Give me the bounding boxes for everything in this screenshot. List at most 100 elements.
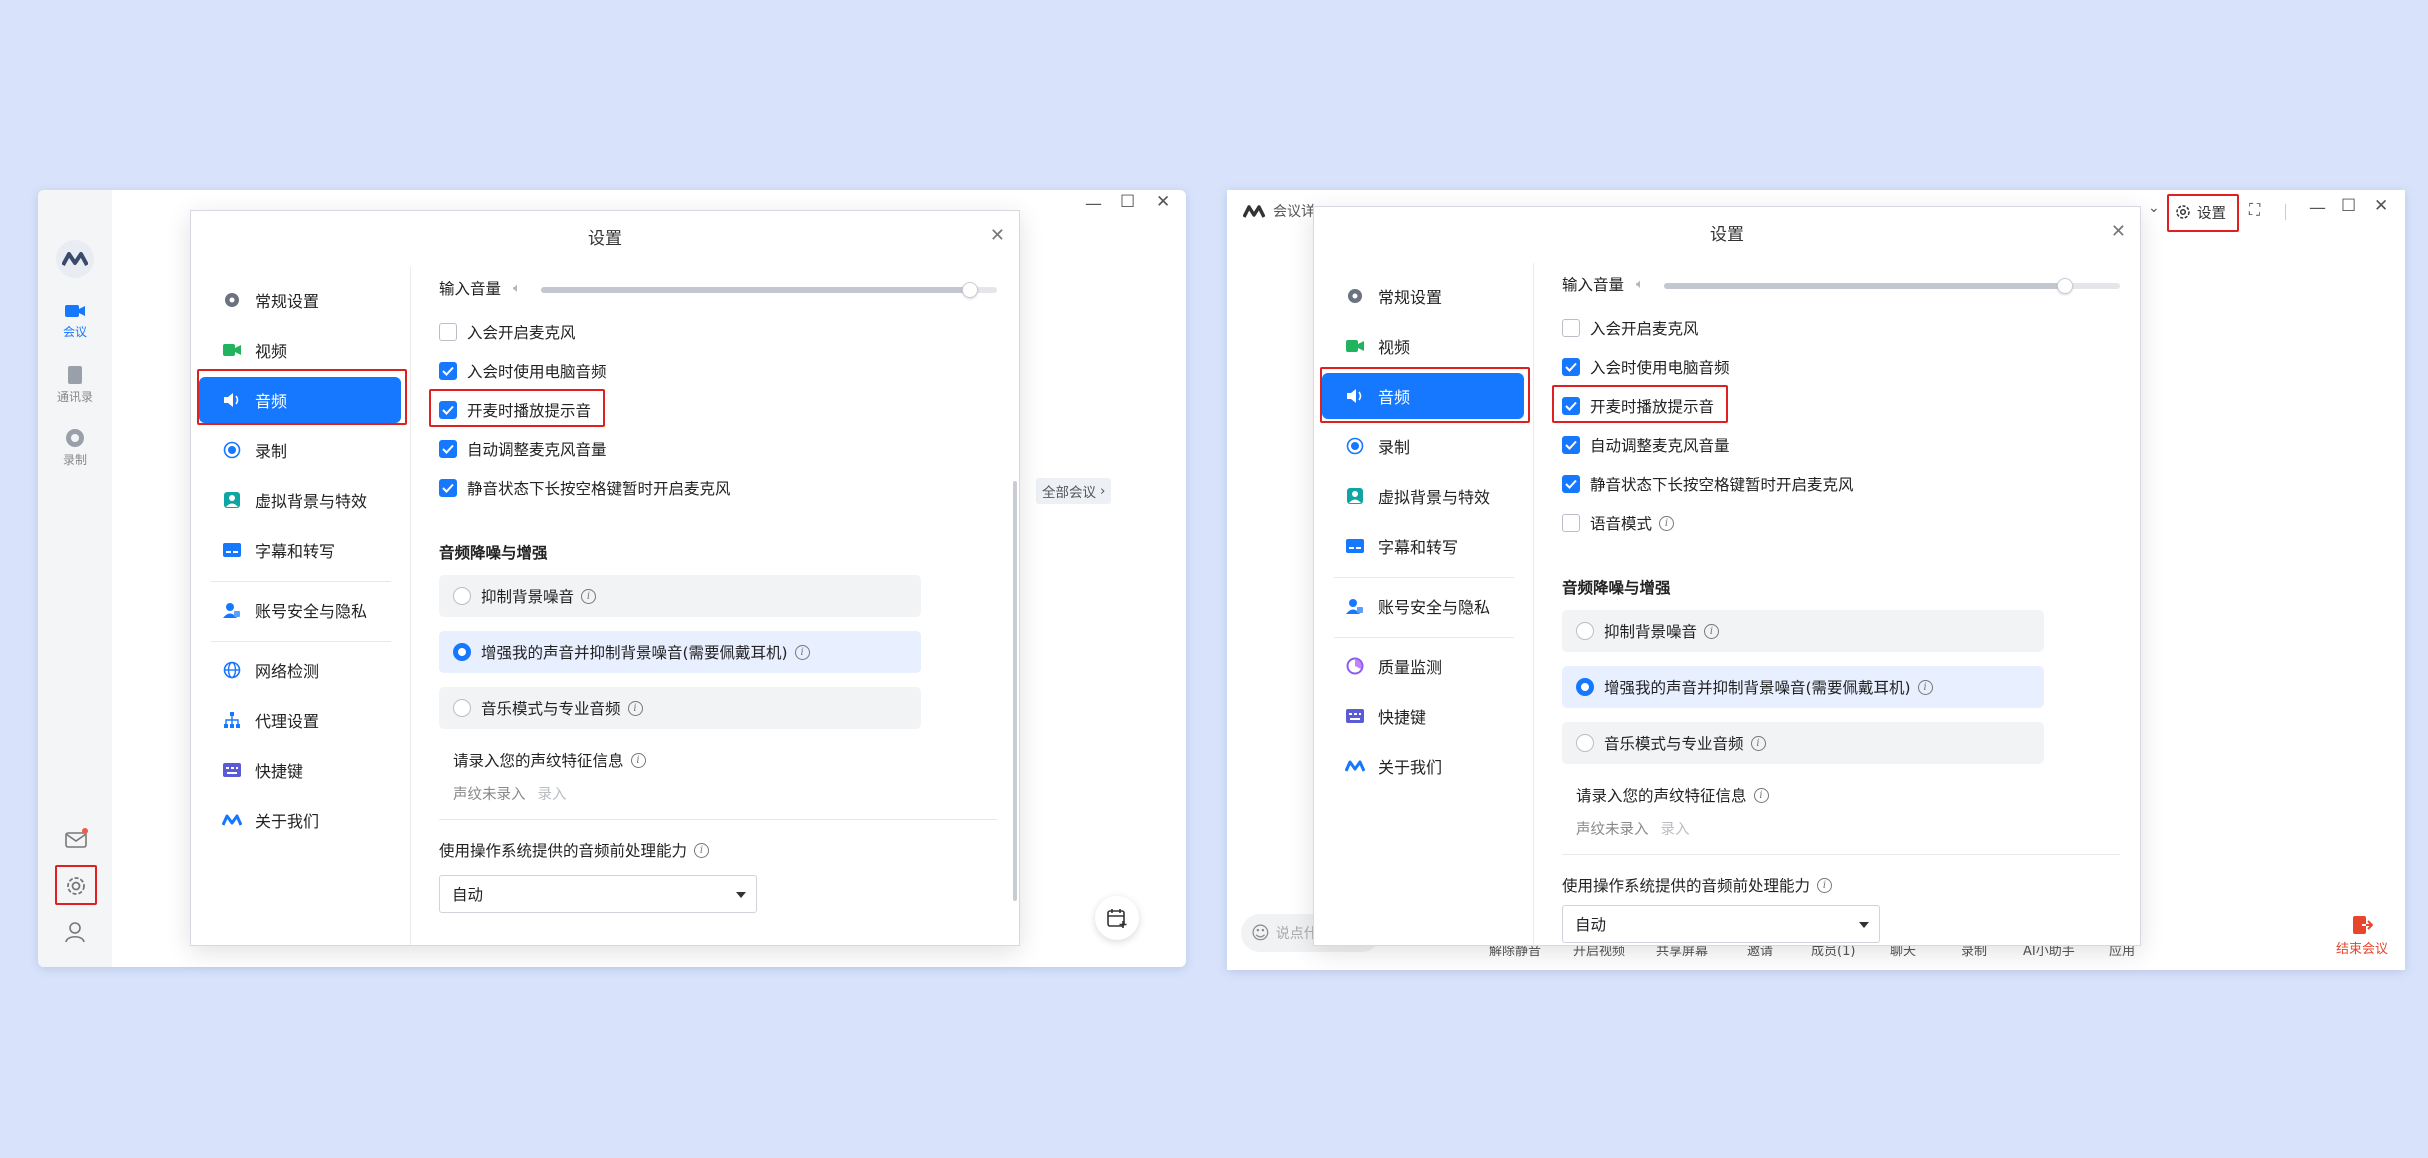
nav-general[interactable]: 常规设置	[1320, 273, 1528, 319]
radio[interactable]	[1576, 734, 1594, 752]
end-meeting-button[interactable]: 结束会议	[2327, 914, 2397, 957]
maximize-button[interactable]: ☐	[2341, 196, 2356, 216]
info-icon[interactable]: i	[794, 644, 810, 660]
info-icon[interactable]: i	[1817, 877, 1833, 893]
checkbox-label: 自动调整麦克风音量	[1590, 437, 1730, 455]
noise-option-selected[interactable]: 增强我的声音并抑制背景噪音(需要佩戴耳机) i	[439, 631, 921, 673]
input-volume-slider[interactable]	[541, 282, 997, 298]
mail-icon[interactable]	[64, 828, 88, 850]
nav-about[interactable]: 关于我们	[1320, 743, 1528, 789]
info-icon[interactable]: i	[627, 700, 643, 716]
os-processing-select[interactable]: 自动	[1562, 905, 1880, 943]
checkbox-row[interactable]: 自动调整麦克风音量	[439, 438, 607, 460]
portrait-icon	[1344, 485, 1366, 507]
noise-option-selected[interactable]: 增强我的声音并抑制背景噪音(需要佩戴耳机) i	[1562, 666, 2044, 708]
close-window-button[interactable]: ✕	[1156, 192, 1170, 212]
nav-quality-monitor[interactable]: 质量监测	[1320, 643, 1528, 689]
sidebar-item-meeting[interactable]: 会议	[45, 302, 105, 340]
schedule-meeting-button[interactable]	[1095, 896, 1139, 940]
nav-network-test[interactable]: 网络检测	[197, 647, 405, 693]
highlight-audio-nav	[1320, 367, 1530, 423]
os-processing-select[interactable]: 自动	[439, 875, 757, 913]
checkbox-row[interactable]: 入会时使用电脑音频	[439, 360, 607, 382]
sidebar-item-contacts[interactable]: 通讯录	[45, 365, 105, 405]
nav-account-security[interactable]: 账号安全与隐私	[197, 587, 405, 633]
checkbox-row[interactable]: 入会时使用电脑音频	[1562, 356, 1730, 378]
voiceprint-label: 请录入您的声纹特征信息	[1576, 787, 1747, 805]
minimize-button[interactable]: —	[1085, 194, 1102, 214]
radio[interactable]	[453, 587, 471, 605]
radio[interactable]	[453, 699, 471, 717]
noise-option[interactable]: 音乐模式与专业音频 i	[439, 687, 921, 729]
input-volume-label: 输入音量	[1562, 276, 1625, 294]
nav-account-security[interactable]: 账号安全与隐私	[1320, 583, 1528, 629]
info-icon[interactable]: i	[694, 842, 710, 858]
dialog-close-button[interactable]: ✕	[990, 225, 1005, 246]
noise-option[interactable]: 抑制背景噪音 i	[1562, 610, 2044, 652]
info-icon[interactable]: i	[1704, 623, 1720, 639]
nav-recording[interactable]: 录制	[1320, 423, 1528, 469]
noise-option[interactable]: 抑制背景噪音 i	[439, 575, 921, 617]
checkbox-label: 自动调整麦克风音量	[467, 441, 607, 459]
nav-captions[interactable]: 字幕和转写	[1320, 523, 1528, 569]
sidebar-item-record[interactable]: 录制	[45, 428, 105, 468]
checkbox-row[interactable]: 语音模式 i	[1562, 512, 1675, 534]
voiceprint-enroll-link[interactable]: 录入	[1661, 818, 1690, 839]
checkbox-row[interactable]: 入会开启麦克风	[1562, 317, 1699, 339]
minimize-button[interactable]: —	[2309, 198, 2326, 218]
nav-recording[interactable]: 录制	[197, 427, 405, 473]
nav-captions[interactable]: 字幕和转写	[197, 527, 405, 573]
checkbox[interactable]	[439, 362, 457, 380]
slider-knob[interactable]	[2057, 278, 2074, 294]
nav-shortcuts[interactable]: 快捷键	[1320, 693, 1528, 739]
nav-general[interactable]: 常规设置	[197, 277, 405, 323]
info-icon[interactable]: i	[630, 752, 646, 768]
info-icon[interactable]: i	[1917, 679, 1933, 695]
radio[interactable]	[453, 643, 471, 661]
all-meetings-link[interactable]: 全部会议 ›	[1036, 478, 1112, 504]
info-icon[interactable]: i	[1659, 515, 1675, 531]
input-volume-slider[interactable]	[1664, 278, 2120, 294]
gear-icon	[221, 289, 243, 311]
checkbox[interactable]	[1562, 358, 1580, 376]
checkbox[interactable]	[1562, 436, 1580, 454]
dialog-close-button[interactable]: ✕	[2111, 221, 2126, 242]
checkbox[interactable]	[439, 323, 457, 341]
fullscreen-icon[interactable]: ⛶	[2249, 200, 2260, 220]
maximize-button[interactable]: ☐	[1120, 192, 1135, 212]
checkbox-row[interactable]: 入会开启麦克风	[439, 321, 576, 343]
checkbox[interactable]	[439, 479, 457, 497]
left-app-sidebar: 会议 通讯录 录制	[38, 190, 112, 967]
scrollbar[interactable]	[1013, 481, 1017, 901]
info-icon[interactable]: i	[1753, 787, 1769, 803]
info-icon[interactable]: i	[581, 588, 597, 604]
nav-video[interactable]: 视频	[1320, 323, 1528, 369]
checkbox[interactable]	[439, 440, 457, 458]
info-icon[interactable]: i	[1750, 735, 1766, 751]
meeting-title[interactable]: 会议详	[1273, 201, 1315, 221]
nav-proxy[interactable]: 代理设置	[197, 697, 405, 743]
checkbox[interactable]	[1562, 514, 1580, 532]
checkbox-row[interactable]: 自动调整麦克风音量	[1562, 434, 1730, 456]
close-window-button[interactable]: ✕	[2374, 196, 2388, 216]
voiceprint-enroll-link[interactable]: 录入	[538, 783, 567, 804]
nav-shortcuts[interactable]: 快捷键	[197, 747, 405, 793]
checkbox-row[interactable]: 静音状态下长按空格键暂时开启麦克风	[1562, 473, 1854, 495]
nav-virtual-background[interactable]: 虚拟背景与特效	[197, 477, 405, 523]
emoji-icon[interactable]: ☺	[1251, 923, 1270, 944]
checkbox-row[interactable]: 静音状态下长按空格键暂时开启麦克风	[439, 477, 731, 499]
nav-video[interactable]: 视频	[197, 327, 405, 373]
dialog-title: 设置	[1710, 225, 1744, 245]
checkbox[interactable]	[1562, 319, 1580, 337]
slider-knob[interactable]	[961, 282, 978, 298]
user-icon[interactable]	[64, 920, 88, 944]
nav-virtual-background[interactable]: 虚拟背景与特效	[1320, 473, 1528, 519]
checkbox[interactable]	[1562, 475, 1580, 493]
radio[interactable]	[1576, 622, 1594, 640]
app-logo[interactable]	[56, 240, 94, 278]
noise-option[interactable]: 音乐模式与专业音频 i	[1562, 722, 2044, 764]
nav-about[interactable]: 关于我们	[197, 797, 405, 843]
chevron-down-icon[interactable]: ⌄	[2148, 200, 2160, 216]
radio[interactable]	[1576, 678, 1594, 696]
brand-logo-icon	[221, 809, 243, 831]
